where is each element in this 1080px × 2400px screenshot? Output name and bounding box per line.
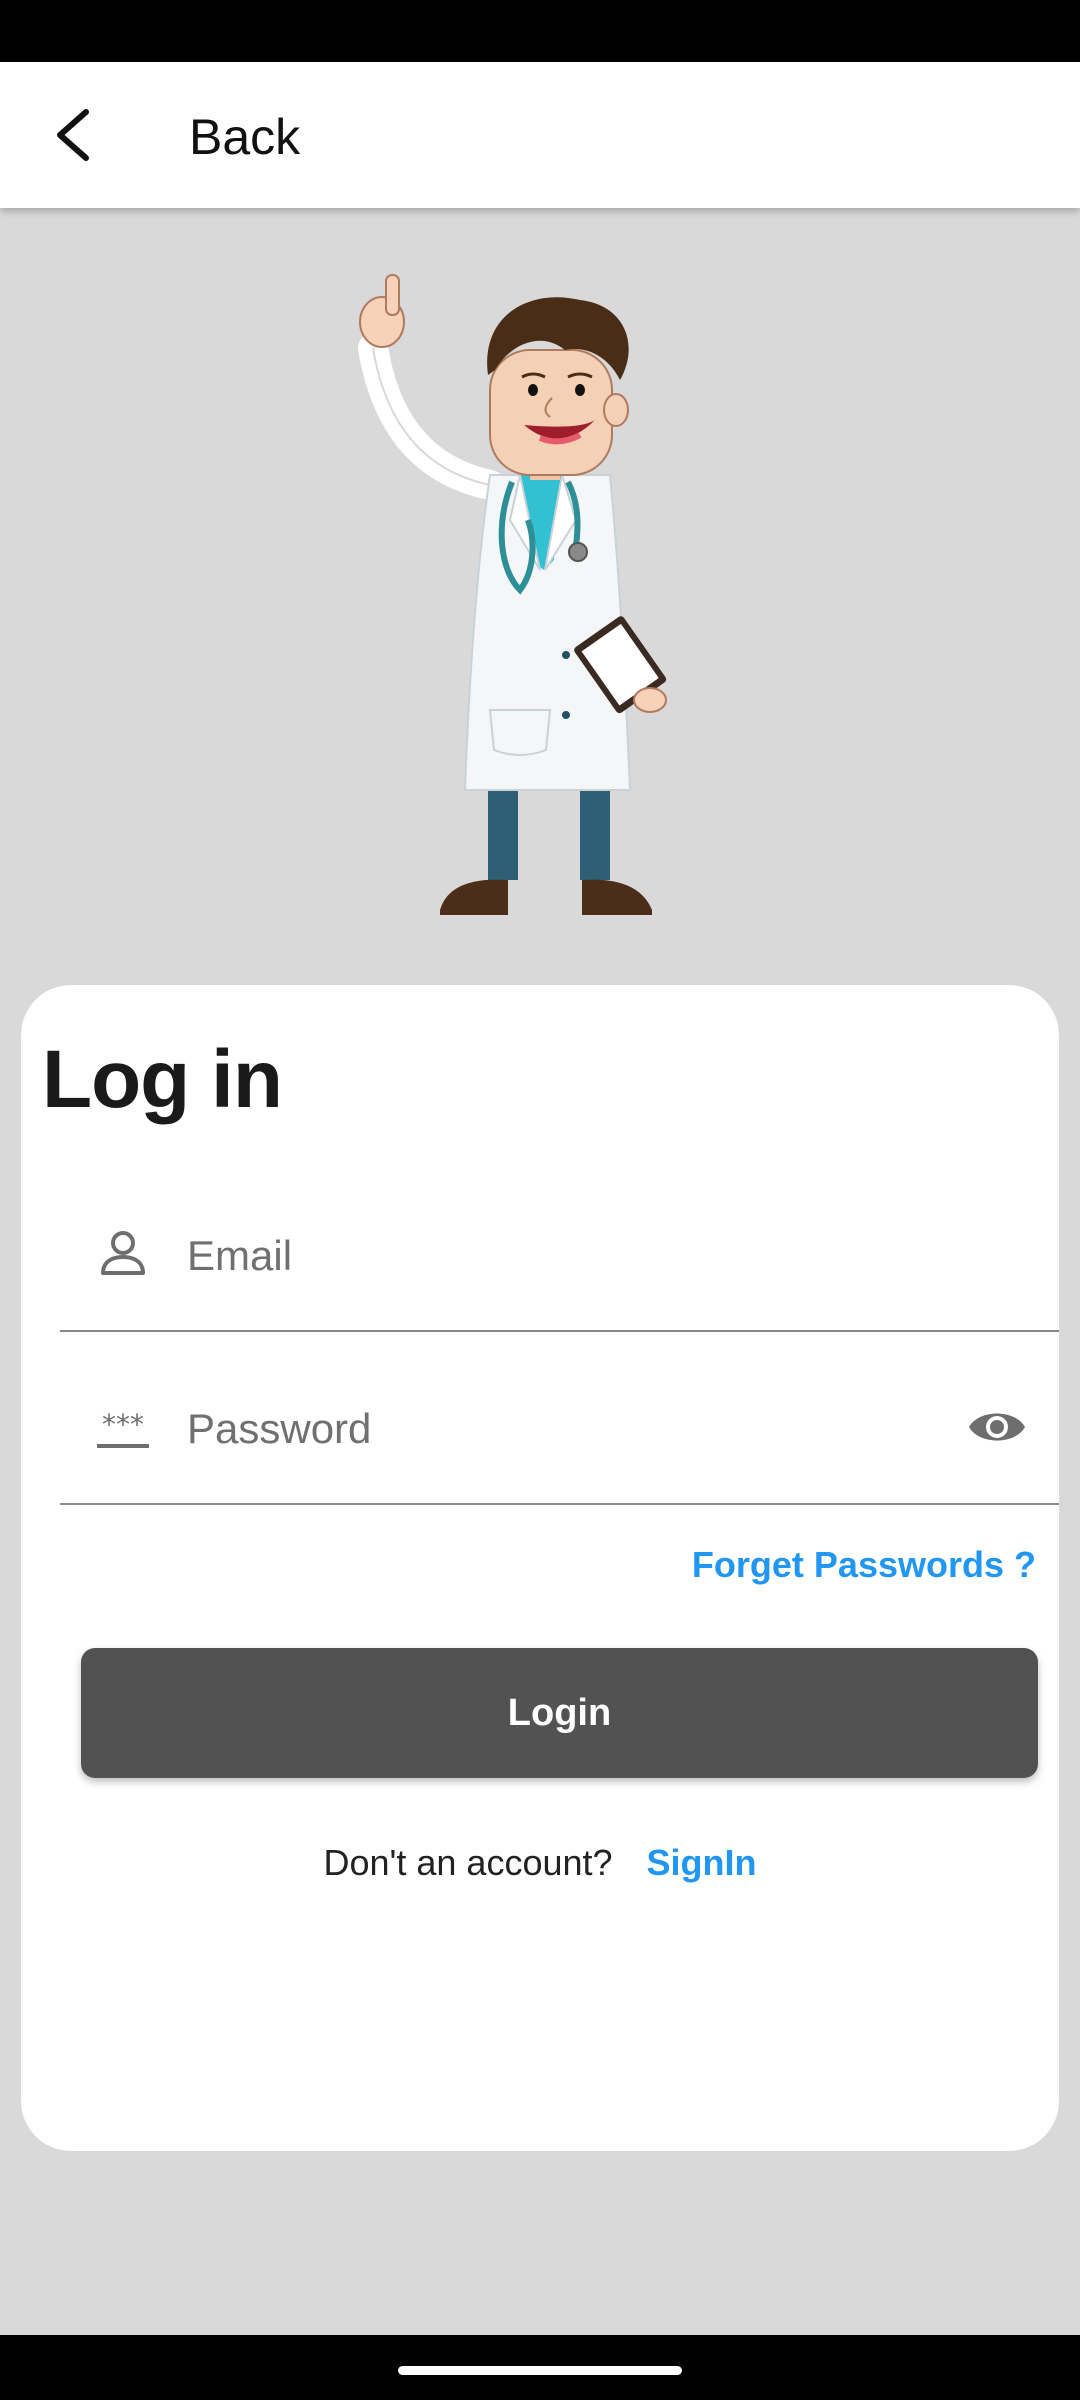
forgot-password-link[interactable]: Forget Passwords ?	[692, 1540, 1036, 1590]
person-icon	[101, 1231, 145, 1275]
signup-row: Don't an account? SignIn	[0, 1838, 1080, 1888]
password-asterisk-icon: ***	[97, 1408, 149, 1448]
password-field[interactable]: ***	[60, 1383, 1059, 1505]
doctor-illustration	[358, 274, 667, 915]
email-field[interactable]	[60, 1210, 1059, 1332]
eye-icon[interactable]	[967, 1399, 1027, 1455]
signup-prompt: Don't an account?	[323, 1842, 613, 1883]
chevron-left-icon[interactable]	[50, 106, 96, 164]
app-bar-title[interactable]: Back	[189, 107, 300, 167]
login-button[interactable]: Login	[81, 1648, 1038, 1778]
signup-link[interactable]: SignIn	[647, 1842, 757, 1884]
login-title: Log in	[42, 1034, 283, 1125]
password-input[interactable]	[185, 1393, 949, 1465]
home-indicator[interactable]	[398, 2366, 682, 2375]
app-bar: Back	[0, 62, 1080, 208]
email-input[interactable]	[185, 1220, 949, 1292]
svg-text:***: ***	[102, 1408, 144, 1441]
status-bar	[0, 0, 1080, 62]
